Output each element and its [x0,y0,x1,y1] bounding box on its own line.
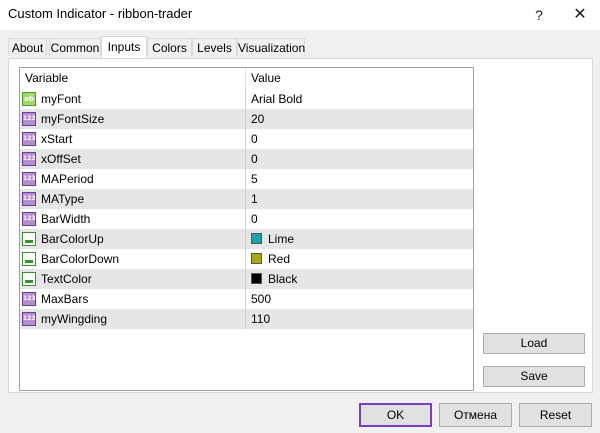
tab-colors[interactable]: Colors [147,38,192,56]
integer-type-icon: 123 [22,292,36,306]
color-type-icon [22,272,36,286]
integer-type-icon: 123 [22,312,36,326]
column-divider[interactable] [245,68,246,89]
variable-name: myFont [41,92,82,106]
variable-name: MaxBars [41,292,89,306]
variable-value[interactable]: 1 [251,189,258,209]
load-button[interactable]: Load [483,333,585,354]
column-header-value[interactable]: Value [251,68,281,89]
table-row[interactable]: 123 xStart 0 [20,129,473,149]
variable-name: xOffSet [41,152,81,166]
table-row[interactable]: 123 MAType 1 [20,189,473,209]
integer-type-icon: 123 [22,212,36,226]
variable-value[interactable]: 110 [251,309,270,329]
cell-divider [245,89,246,109]
variable-name: myFontSize [41,112,105,126]
color-swatch[interactable] [251,253,262,264]
dialog-body: About Common Inputs Colors Levels Visual… [0,30,600,433]
integer-type-icon: 123 [22,172,36,186]
variable-value[interactable]: 0 [251,129,258,149]
variable-name: MAPeriod [41,172,94,186]
title-bar: Custom Indicator - ribbon-trader ? ✕ [0,0,600,30]
table-row[interactable]: 123 xOffSet 0 [20,149,473,169]
cell-divider [245,129,246,149]
variable-value[interactable]: Black [268,269,297,289]
cancel-button[interactable]: Отмена [439,403,512,427]
variable-value[interactable]: 500 [251,289,271,309]
table-row[interactable]: 123 BarWidth 0 [20,209,473,229]
variable-name: xStart [41,132,73,146]
string-type-icon: ab [22,92,36,106]
tab-levels[interactable]: Levels [192,38,237,56]
ok-button[interactable]: OK [359,403,432,427]
variable-name: BarWidth [41,212,91,226]
table-row[interactable]: ab myFont Arial Bold [20,89,473,109]
cell-divider [245,289,246,309]
table-row[interactable]: 123 MaxBars 500 [20,289,473,309]
cell-divider [245,149,246,169]
cell-divider [245,169,246,189]
variable-value[interactable]: 0 [251,149,258,169]
variable-value[interactable]: 5 [251,169,258,189]
reset-button[interactable]: Reset [519,403,592,427]
variable-name: TextColor [41,272,92,286]
variable-value[interactable]: 20 [251,109,264,129]
integer-type-icon: 123 [22,132,36,146]
table-row[interactable]: 123 MAPeriod 5 [20,169,473,189]
variable-name: BarColorUp [41,232,104,246]
grid-header: Variable Value [20,68,473,90]
color-swatch[interactable] [251,233,262,244]
cell-divider [245,209,246,229]
variable-value[interactable]: 0 [251,209,258,229]
cell-divider [245,269,246,289]
variable-value[interactable]: Arial Bold [251,89,302,109]
integer-type-icon: 123 [22,152,36,166]
help-icon[interactable]: ? [524,4,554,26]
integer-type-icon: 123 [22,112,36,126]
inputs-grid: Variable Value ab myFont Arial Bold 123 myFo… [19,67,474,391]
variable-value[interactable]: Lime [268,229,294,249]
variable-value[interactable]: Red [268,249,290,269]
column-header-variable[interactable]: Variable [25,68,68,89]
tab-about[interactable]: About [8,38,47,56]
close-icon[interactable]: ✕ [565,4,595,26]
cell-divider [245,189,246,209]
color-type-icon [22,232,36,246]
save-button[interactable]: Save [483,366,585,387]
color-swatch[interactable] [251,273,262,284]
table-row[interactable]: 123 myFontSize 20 [20,109,473,129]
window-title: Custom Indicator - ribbon-trader [8,6,193,21]
tab-visualization[interactable]: Visualization [237,38,305,56]
table-row[interactable]: BarColorUp Lime [20,229,473,249]
tab-common[interactable]: Common [49,38,101,56]
cell-divider [245,249,246,269]
cell-divider [245,309,246,329]
table-row[interactable]: BarColorDown Red [20,249,473,269]
variable-name: MAType [41,192,85,206]
table-row[interactable]: TextColor Black [20,269,473,289]
variable-name: BarColorDown [41,252,120,266]
tab-inputs[interactable]: Inputs [101,36,147,58]
variable-name: myWingding [41,312,108,326]
cell-divider [245,109,246,129]
cell-divider [245,229,246,249]
table-row[interactable]: 123 myWingding 110 [20,309,473,329]
integer-type-icon: 123 [22,192,36,206]
color-type-icon [22,252,36,266]
